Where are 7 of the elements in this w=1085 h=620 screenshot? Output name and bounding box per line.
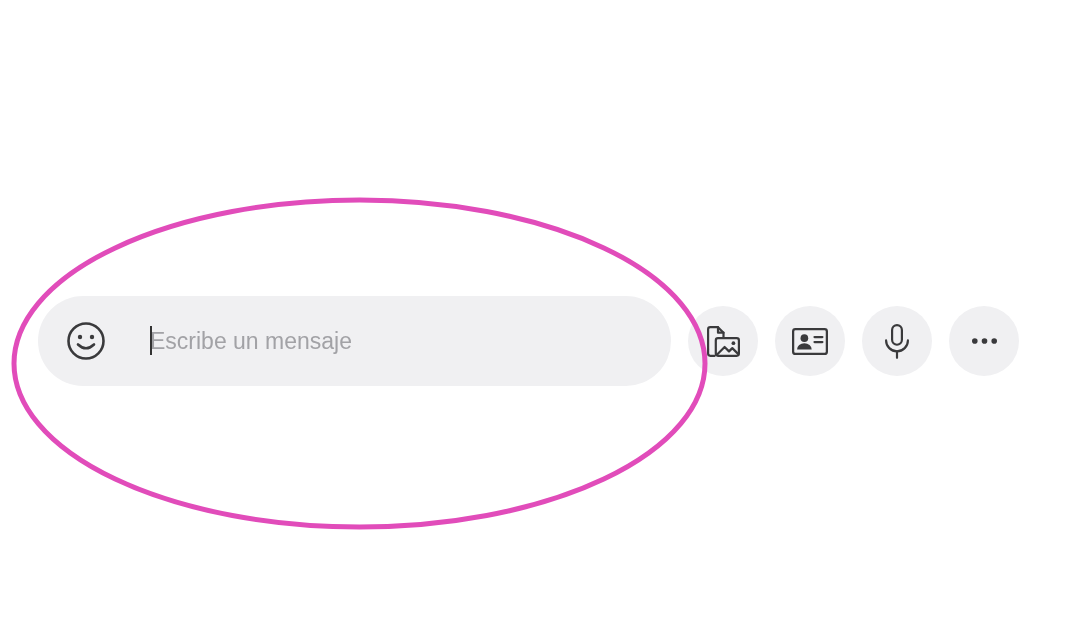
smiley-icon [66, 321, 106, 361]
more-icon [971, 338, 997, 344]
microphone-icon [885, 323, 909, 359]
file-image-icon [706, 325, 740, 357]
emoji-button[interactable] [66, 321, 106, 361]
message-composer[interactable]: Escribe un mensaje [38, 296, 671, 386]
id-card-icon [792, 327, 828, 355]
